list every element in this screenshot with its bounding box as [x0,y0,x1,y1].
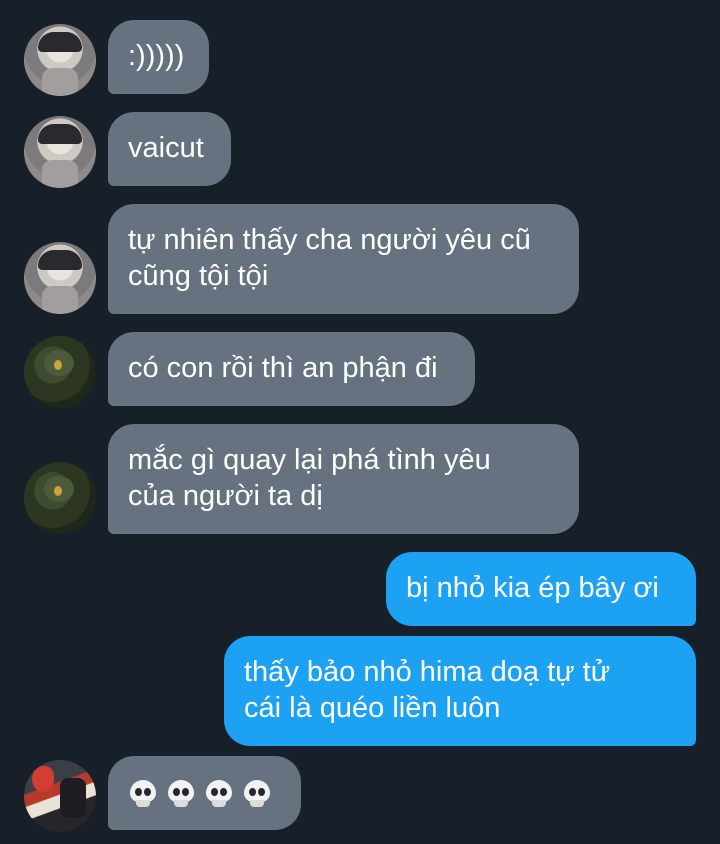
avatar[interactable] [24,242,96,314]
message-bubble-sent[interactable]: thấy bảo nhỏ hima doạ tự tử cái là quéo … [224,636,696,746]
avatar[interactable] [24,462,96,534]
message-bubble-sent[interactable]: bị nhỏ kia ép bây ơi [386,552,696,626]
skull-emoji-icon [204,778,234,808]
avatar[interactable] [24,116,96,188]
message-bubble-received[interactable]: tự nhiên thấy cha người yêu cũ cũng tội … [108,204,579,314]
message-bubble-received[interactable]: vaicut [108,112,231,186]
message-bubble-received[interactable]: 💀💀💀💀 [108,756,301,830]
message-bubble-received[interactable]: mắc gì quay lại phá tình yêu của người t… [108,424,579,534]
avatar[interactable] [24,24,96,96]
message-bubble-received[interactable]: có con rồi thì an phận đi [108,332,475,406]
avatar[interactable] [24,336,96,408]
skull-emoji-icon [166,778,196,808]
avatar[interactable] [24,760,96,832]
skull-emoji-icon [242,778,272,808]
message-bubble-received[interactable]: :))))) [108,20,209,94]
skull-emoji-icon [128,778,158,808]
